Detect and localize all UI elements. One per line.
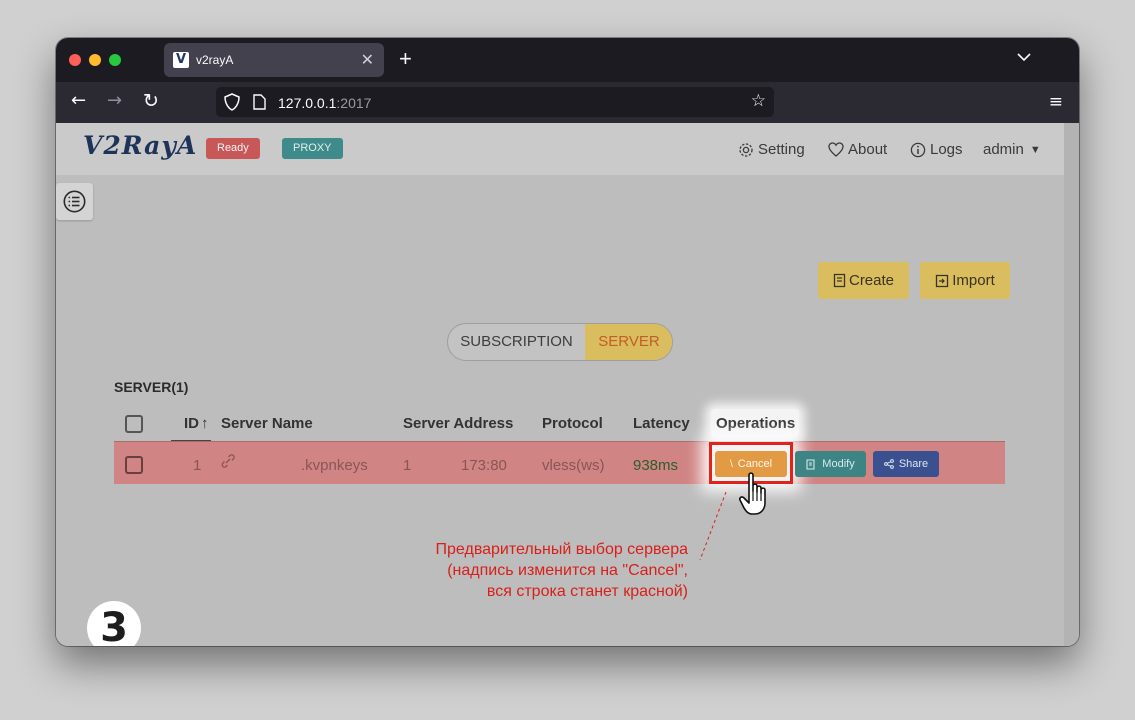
menu-about-label: About: [848, 141, 888, 158]
column-header-id[interactable]: ID ↑: [184, 415, 209, 432]
gear-icon: [739, 142, 753, 157]
cell-latency: 938ms: [633, 457, 679, 474]
menu-admin-dropdown[interactable]: admin ▼: [983, 141, 1041, 158]
server-connected-link-icon: [221, 454, 235, 472]
column-header-operations: Operations: [716, 415, 796, 432]
row-checkbox[interactable]: [125, 456, 143, 474]
modify-button[interactable]: Modify: [795, 451, 866, 477]
cell-server-address-prefix: 1: [403, 457, 412, 474]
reload-icon[interactable]: ↻: [143, 91, 159, 111]
url-text[interactable]: 127.0.0.1:2017: [278, 95, 371, 111]
v2raya-favicon-icon: V: [173, 52, 189, 68]
tab-title: v2rayA: [196, 53, 234, 67]
page-icon: [253, 94, 266, 115]
navigation-bar: ← → ↻ 127.0.0.1:2017 ☆ ≡: [56, 82, 1079, 123]
select-all-checkbox[interactable]: [125, 415, 143, 433]
status-badge-proxy: PROXY: [282, 138, 343, 159]
sort-ascending-arrow-icon: ↑: [201, 415, 209, 432]
app-header: V2RayA Ready PROXY Setting About Logs ad…: [56, 123, 1064, 175]
document-add-icon: [833, 273, 846, 288]
hand-pointer-cursor-icon: [739, 472, 766, 515]
minimize-window-button[interactable]: [89, 54, 101, 66]
menu-setting[interactable]: Setting: [738, 141, 805, 158]
column-header-protocol: Protocol: [542, 415, 603, 432]
address-bar[interactable]: 127.0.0.1:2017 ☆: [216, 87, 774, 117]
menu-setting-label: Setting: [758, 141, 805, 158]
cell-server-name: .kvpnkeys: [301, 457, 368, 474]
column-header-server-address: Server Address: [403, 415, 514, 432]
info-icon: [910, 142, 926, 157]
menu-logs-label: Logs: [930, 141, 963, 158]
view-switch: SUBSCRIPTION SERVER: [447, 323, 673, 361]
page-scroll-track[interactable]: [1064, 123, 1079, 646]
share-icon: [883, 459, 894, 469]
step-number-badge: 3: [87, 601, 141, 646]
cell-protocol: vless(ws): [542, 457, 605, 474]
create-button[interactable]: Create: [818, 262, 909, 299]
status-badge-ready: Ready: [206, 138, 260, 159]
server-count-title: SERVER(1): [114, 379, 189, 395]
import-button-label: Import: [952, 272, 995, 289]
bookmark-star-icon[interactable]: ☆: [751, 91, 766, 111]
heart-icon: [828, 142, 844, 157]
annotation-line-2: (надпись изменится на "Cancel",: [447, 562, 688, 579]
share-button-label: Share: [898, 458, 929, 470]
menu-hamburger-icon[interactable]: ≡: [1049, 92, 1063, 112]
cell-server-address-port: 173:80: [461, 457, 507, 474]
zoom-window-button[interactable]: [109, 54, 121, 66]
close-tab-icon[interactable]: ✕: [361, 50, 374, 70]
caret-down-icon: ▼: [1029, 143, 1041, 156]
sidebar-toggle-button[interactable]: [56, 183, 93, 220]
tab-subscription[interactable]: SUBSCRIPTION: [448, 324, 585, 360]
column-header-server-name: Server Name: [221, 415, 313, 432]
tab-server[interactable]: SERVER: [585, 324, 672, 360]
back-arrow-icon[interactable]: ←: [71, 91, 86, 111]
app-content: V2RayA Ready PROXY Setting About Logs ad…: [56, 123, 1064, 646]
shield-icon[interactable]: [224, 93, 240, 116]
tab-strip: V v2rayA ✕ +: [56, 38, 1079, 82]
cell-id: 1: [193, 457, 202, 474]
close-window-button[interactable]: [69, 54, 81, 66]
list-all-tabs-chevron-icon[interactable]: [1017, 49, 1031, 65]
menu-logs[interactable]: Logs: [910, 141, 963, 158]
create-button-label: Create: [848, 272, 895, 289]
column-header-latency: Latency: [633, 415, 690, 432]
menu-about[interactable]: About: [828, 141, 887, 158]
annotation-leader-line: [699, 491, 727, 561]
new-tab-plus-icon[interactable]: +: [399, 46, 412, 72]
annotation-note: Предварительный выбор сервера (надпись и…: [324, 539, 688, 602]
forward-arrow-icon[interactable]: →: [107, 91, 122, 111]
annotation-line-3: вся строка станет красной): [486, 583, 688, 600]
edit-icon: [806, 458, 815, 470]
browser-tab[interactable]: V v2rayA ✕: [164, 43, 384, 77]
share-button[interactable]: Share: [873, 451, 939, 477]
browser-window: V v2rayA ✕ + ← → ↻ 127.0.0.1:2017 ☆ ≡ V2…: [56, 38, 1079, 646]
import-icon: [936, 274, 949, 287]
import-button[interactable]: Import: [920, 262, 1010, 299]
annotation-line-1: Предварительный выбор сервера: [435, 541, 688, 558]
menu-admin-label: admin: [983, 141, 1024, 158]
list-icon: [63, 190, 86, 213]
modify-button-label: Modify: [822, 458, 855, 470]
v2raya-logo[interactable]: V2RayA: [83, 131, 197, 160]
